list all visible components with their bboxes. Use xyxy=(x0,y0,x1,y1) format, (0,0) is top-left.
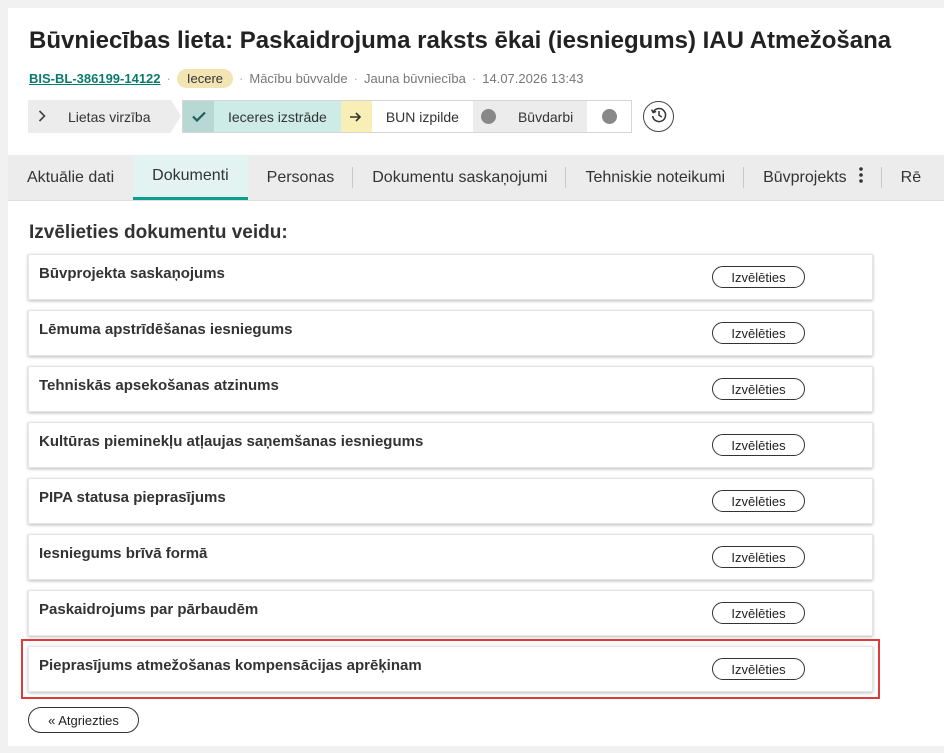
document-type-name: Pieprasījums atmežošanas kompensācijas a… xyxy=(39,657,422,674)
case-tabs: Aktuālie dati Dokumenti Personas Dokumen… xyxy=(8,155,944,201)
select-button[interactable]: Izvēlēties xyxy=(712,546,805,568)
case-id-link[interactable]: BIS-BL-386199-14122 xyxy=(29,71,161,86)
section-title: Izvēlieties dokumentu veidu: xyxy=(29,222,288,243)
dot-icon xyxy=(473,101,504,132)
case-progress-toggle[interactable]: Lietas virzība xyxy=(28,100,181,133)
case-meta: BIS-BL-386199-14122 · Iecere · Mācību bū… xyxy=(29,68,583,88)
document-type-name: Būvprojekta saskaņojums xyxy=(39,265,225,282)
document-type-name: Paskaidrojums par pārbaudēm xyxy=(39,601,259,618)
page: Būvniecības lieta: Paskaidrojuma raksts … xyxy=(8,8,944,746)
document-type-name: Lēmuma apstrīdēšanas iesniegums xyxy=(39,321,293,338)
list-item: Paskaidrojums par pārbaudēm Izvēlēties xyxy=(28,590,873,636)
select-button[interactable]: Izvēlēties xyxy=(712,378,805,400)
stage-step-construction: Būvdarbi xyxy=(472,101,588,132)
chevron-right-icon xyxy=(38,109,56,125)
stage-step-bun: BUN izpilde xyxy=(340,101,473,132)
stage-step-label: Būvdarbi xyxy=(517,108,574,125)
more-vertical-icon[interactable] xyxy=(858,167,863,188)
tab-label: Rē xyxy=(900,168,922,186)
tab-documents[interactable]: Dokumenti xyxy=(133,155,248,200)
document-type-name: Kultūras pieminekļu atļaujas saņemšanas … xyxy=(39,433,424,450)
list-item: Būvprojekta saskaņojums Izvēlēties xyxy=(28,254,873,300)
stage-step-label: Ieceres izstrāde xyxy=(228,108,327,125)
case-type-label: Jauna būvniecība xyxy=(363,70,466,86)
datetime-label: 14.07.2026 13:43 xyxy=(482,70,584,86)
check-icon xyxy=(183,101,214,132)
case-progress-label: Lietas virzība xyxy=(68,108,151,125)
select-button[interactable]: Izvēlēties xyxy=(712,322,805,344)
history-button[interactable] xyxy=(643,101,675,132)
page-title: Būvniecības lieta: Paskaidrojuma raksts … xyxy=(29,27,892,54)
list-item: Lēmuma apstrīdēšanas iesniegums Izvēlēti… xyxy=(28,310,873,356)
tab-label: Dokumenti xyxy=(152,167,229,184)
select-button[interactable]: Izvēlēties xyxy=(712,434,805,456)
tab-overflow[interactable]: Rē xyxy=(882,155,940,200)
dot-icon xyxy=(601,109,617,124)
select-button[interactable]: Izvēlēties xyxy=(712,490,805,512)
tab-current-data[interactable]: Aktuālie dati xyxy=(8,155,133,200)
back-button[interactable]: « Atgriezties xyxy=(28,707,139,733)
stage-step-label: BUN izpilde xyxy=(385,108,459,125)
list-item: Tehniskās apsekošanas atzinums Izvēlētie… xyxy=(28,366,873,412)
document-type-name: PIPA statusa pieprasījums xyxy=(39,489,226,506)
status-badge: Iecere xyxy=(176,68,234,88)
document-type-name: Tehniskās apsekošanas atzinums xyxy=(39,377,279,394)
arrow-right-icon xyxy=(340,101,372,132)
select-button[interactable]: Izvēlēties xyxy=(712,266,805,288)
case-progress-stepper: Lietas virzība Ieceres izstrāde BUN izpi… xyxy=(28,100,675,133)
list-item: PIPA statusa pieprasījums Izvēlēties xyxy=(28,478,873,524)
tab-label: Tehniskie noteikumi xyxy=(585,168,726,186)
document-type-list: Būvprojekta saskaņojums Izvēlēties Lēmum… xyxy=(21,254,880,702)
meta-separator: · xyxy=(471,70,477,86)
tab-document-approvals[interactable]: Dokumentu saskaņojumi xyxy=(353,155,567,200)
tab-label: Aktuālie dati xyxy=(27,168,115,186)
list-item-highlighted: Pieprasījums atmežošanas kompensācijas a… xyxy=(21,639,880,699)
meta-separator: · xyxy=(239,70,244,86)
tab-label: Personas xyxy=(266,168,335,186)
select-button[interactable]: Izvēlēties xyxy=(712,658,805,680)
select-button[interactable]: Izvēlēties xyxy=(712,602,805,624)
stage-steps: Ieceres izstrāde BUN izpilde Būvdarbi xyxy=(182,100,633,133)
tab-label: Būvprojekts xyxy=(763,168,847,186)
list-item: Iesniegums brīvā formā Izvēlēties xyxy=(28,534,873,580)
tab-technical-conditions[interactable]: Tehniskie noteikumi xyxy=(566,155,744,200)
tab-building-project[interactable]: Būvprojekts xyxy=(744,155,882,200)
authority-label: Mācību būvvalde xyxy=(249,70,348,86)
tab-label: Dokumentu saskaņojumi xyxy=(372,168,548,186)
stage-step-final xyxy=(587,101,632,132)
meta-separator: · xyxy=(166,70,171,86)
meta-separator: · xyxy=(353,70,358,86)
document-type-name: Iesniegums brīvā formā xyxy=(39,545,208,562)
history-icon xyxy=(650,106,668,127)
list-item: Kultūras pieminekļu atļaujas saņemšanas … xyxy=(28,422,873,468)
tab-persons[interactable]: Personas xyxy=(248,155,354,200)
stage-step-design: Ieceres izstrāde xyxy=(183,101,341,132)
